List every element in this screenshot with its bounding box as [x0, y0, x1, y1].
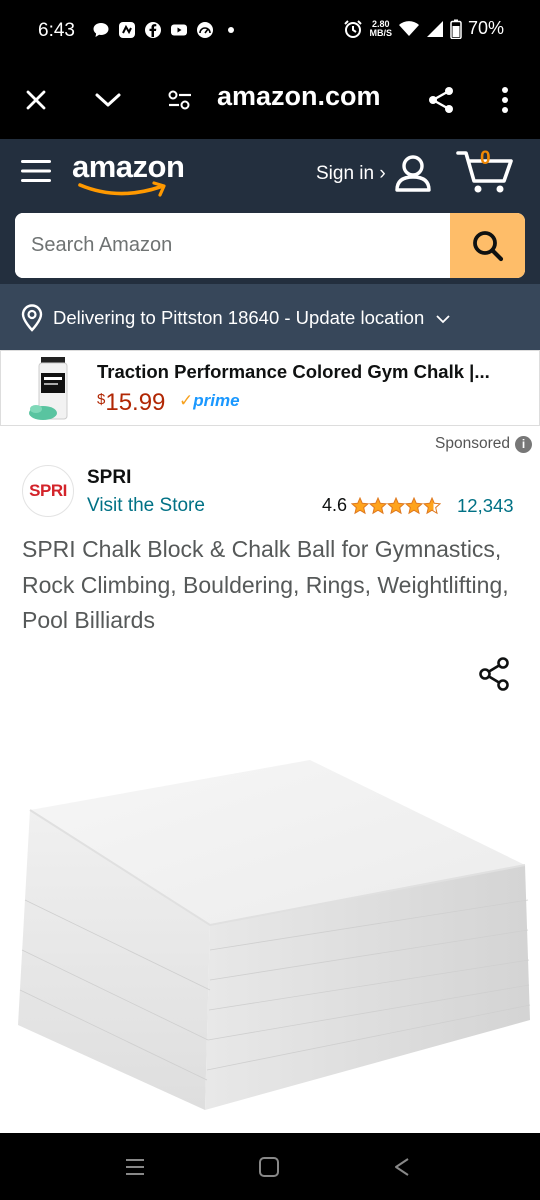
cart-count: 0 — [480, 148, 491, 169]
sign-in-link[interactable]: Sign in › — [316, 163, 386, 185]
more-vert-icon[interactable] — [487, 82, 523, 118]
price-currency: $ — [97, 391, 106, 408]
location-pin-icon — [21, 304, 43, 332]
location-text-wrap: Delivering to Pittston 18640 - Update lo… — [53, 307, 451, 329]
net-speed-unit: MB/S — [369, 27, 392, 38]
menu-icon[interactable] — [20, 156, 52, 186]
speedometer-icon — [197, 22, 213, 38]
brand-name: SPRI — [87, 467, 132, 488]
prime-check-icon: ✓ — [179, 391, 194, 410]
sponsored-product-banner[interactable]: Traction Performance Colored Gym Chalk |… — [0, 350, 540, 426]
chevron-down-icon[interactable] — [90, 82, 126, 118]
recent-apps-icon[interactable] — [122, 1155, 148, 1179]
search-input[interactable] — [15, 213, 450, 278]
sponsored-product-title[interactable]: Traction Performance Colored Gym Chalk |… — [97, 361, 517, 383]
dot-icon — [228, 27, 234, 33]
notification-icons — [92, 21, 240, 39]
battery-percent: 70% — [467, 18, 504, 38]
close-icon[interactable] — [18, 82, 54, 118]
rating-value: 4.6 — [322, 495, 348, 515]
battery-icon — [450, 19, 462, 39]
youtube-icon — [171, 24, 187, 36]
chat-icon — [93, 23, 109, 37]
wifi-icon — [398, 20, 419, 36]
home-icon[interactable] — [256, 1155, 282, 1179]
product-title: SPRI Chalk Block & Chalk Ball for Gymnas… — [22, 536, 509, 633]
product-rating[interactable]: 4.6 — [322, 495, 442, 516]
chalk-bottle-thumbnail — [29, 357, 68, 420]
status-time: 6:43 — [38, 20, 75, 41]
review-count-link[interactable]: 12,343 — [457, 495, 514, 517]
sponsored-text: Sponsored — [435, 435, 510, 452]
chevron-down-icon — [436, 315, 451, 324]
signal-icon — [426, 20, 443, 37]
star-icon — [369, 496, 388, 514]
sponsored-product-price: $15.99 — [97, 389, 165, 417]
smile-icon — [78, 181, 166, 197]
brand-logo[interactable]: SPRI — [22, 465, 74, 517]
star-icon — [387, 496, 406, 514]
facebook-icon — [145, 22, 161, 38]
back-icon[interactable] — [389, 1155, 415, 1179]
site-settings-icon[interactable] — [162, 82, 198, 118]
amazon-header: amazon Sign in › 0 — [0, 139, 540, 284]
rating-stars — [351, 496, 442, 515]
sponsored-label[interactable]: Sponsored i — [435, 435, 532, 453]
prime-badge: ✓prime — [179, 391, 240, 411]
alarm-icon — [344, 19, 363, 38]
share-icon[interactable] — [477, 656, 511, 692]
logo-text: amazon — [72, 149, 185, 184]
price-value: 15.99 — [105, 389, 166, 416]
prime-label: prime — [193, 391, 240, 410]
star-icon — [423, 496, 442, 514]
search-button[interactable] — [450, 213, 525, 278]
info-icon: i — [515, 435, 532, 453]
search-bar — [15, 213, 525, 278]
url-text[interactable]: amazon.com — [217, 81, 381, 112]
amazon-logo[interactable]: amazon — [72, 149, 197, 197]
delivery-location-bar[interactable]: Delivering to Pittston 18640 - Update lo… — [0, 284, 540, 350]
brand-logo-text: SPRI — [29, 481, 67, 500]
star-icon — [351, 496, 370, 514]
search-icon — [472, 230, 503, 261]
location-text: Delivering to Pittston 18640 - Update lo… — [53, 307, 425, 328]
star-icon — [405, 496, 424, 514]
browser-toolbar: amazon.com — [0, 62, 540, 139]
product-image[interactable] — [10, 750, 540, 1120]
share-icon[interactable] — [423, 82, 459, 118]
net-speed: 2.80 MB/S — [369, 19, 392, 38]
status-bar: 6:43 2.80 MB/S 70% — [0, 0, 540, 62]
status-right: 2.80 MB/S 70% — [343, 18, 504, 39]
visit-store-link[interactable]: Visit the Store — [87, 495, 205, 517]
app-icon — [119, 22, 135, 38]
user-icon[interactable] — [393, 153, 433, 193]
system-nav-bar — [0, 1133, 540, 1200]
